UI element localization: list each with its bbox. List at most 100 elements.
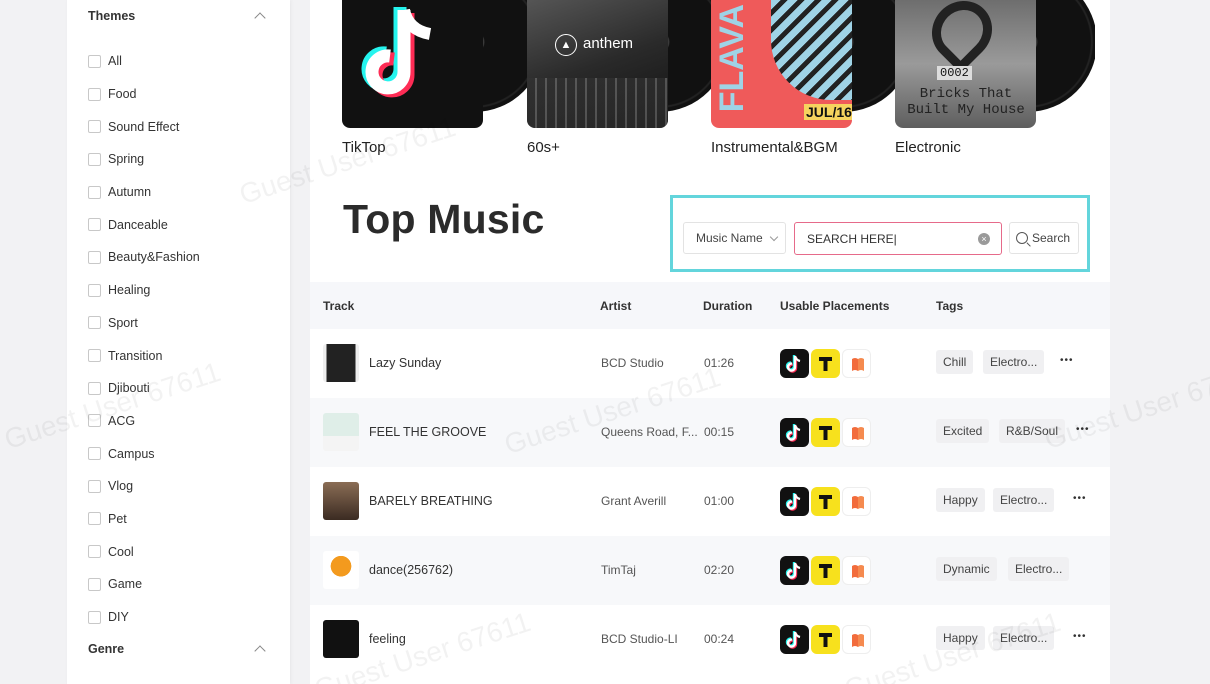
tag-badge[interactable]: Electro... bbox=[993, 626, 1055, 650]
theme-filter-item[interactable]: Sound Effect bbox=[88, 110, 278, 143]
theme-checkbox[interactable] bbox=[88, 381, 101, 395]
more-options-icon[interactable]: ••• bbox=[1073, 493, 1087, 504]
tag-badge[interactable]: Excited bbox=[936, 419, 990, 443]
theme-filter-item[interactable]: Autumn bbox=[88, 176, 278, 209]
theme-filter-item[interactable]: Beauty&Fashion bbox=[88, 241, 278, 274]
track-duration: 02:20 bbox=[704, 563, 735, 577]
tag-badge[interactable]: Happy bbox=[936, 626, 985, 650]
search-filter-dropdown[interactable]: Music Name bbox=[683, 222, 786, 254]
track-thumbnail[interactable] bbox=[323, 482, 359, 520]
genre-section-header[interactable]: Genre bbox=[88, 642, 268, 657]
search-input[interactable] bbox=[794, 222, 1002, 255]
chevron-up-icon[interactable] bbox=[254, 12, 266, 24]
theme-filter-item[interactable]: Transition bbox=[88, 339, 278, 372]
search-button[interactable]: Search bbox=[1009, 222, 1079, 254]
tag-badge[interactable]: Chill bbox=[936, 350, 974, 374]
theme-filter-item[interactable]: Healing bbox=[88, 274, 278, 307]
theme-filter-item[interactable]: All bbox=[88, 45, 278, 78]
theme-checkbox[interactable] bbox=[88, 479, 101, 493]
theme-checkbox[interactable] bbox=[88, 120, 101, 134]
theme-checkbox[interactable] bbox=[88, 512, 101, 526]
theme-filter-item[interactable]: Djibouti bbox=[88, 372, 278, 405]
artist-name[interactable]: BCD Studio bbox=[601, 356, 664, 370]
more-options-icon[interactable]: ••• bbox=[1076, 424, 1090, 435]
theme-checkbox[interactable] bbox=[88, 545, 101, 559]
theme-checkbox[interactable] bbox=[88, 316, 101, 330]
tag-badge[interactable]: Electro... bbox=[1008, 557, 1070, 581]
tag-badge[interactable]: Electro... bbox=[983, 350, 1045, 374]
track-thumbnail[interactable] bbox=[323, 344, 359, 382]
table-row[interactable]: Lazy Sunday BCD Studio 01:26 Chill Electro..… bbox=[310, 329, 1110, 398]
theme-checkbox[interactable] bbox=[88, 185, 101, 199]
bookmark-icon bbox=[842, 556, 871, 585]
theme-checkbox[interactable] bbox=[88, 152, 101, 166]
theme-checkbox[interactable] bbox=[88, 283, 101, 297]
theme-label: Djibouti bbox=[108, 381, 150, 396]
theme-checkbox[interactable] bbox=[88, 610, 101, 624]
theme-checkbox[interactable] bbox=[88, 349, 101, 363]
theme-checkbox[interactable] bbox=[88, 87, 101, 101]
theme-label: Vlog bbox=[108, 479, 134, 494]
theme-filter-item[interactable]: Sport bbox=[88, 307, 278, 340]
theme-filter-item[interactable]: Danceable bbox=[88, 208, 278, 241]
themes-section-header[interactable]: Themes bbox=[88, 9, 268, 24]
category-label: Electronic bbox=[895, 139, 961, 156]
tag-badge[interactable]: R&B/Soul bbox=[999, 419, 1066, 443]
tiktok-icon bbox=[780, 625, 809, 654]
track-name[interactable]: BARELY BREATHING bbox=[369, 494, 493, 508]
chevron-up-icon[interactable] bbox=[254, 645, 266, 657]
search-icon bbox=[1016, 232, 1028, 244]
electronic-cover-art: 0002 Bricks That Built My House bbox=[895, 0, 1036, 128]
theme-checkbox[interactable] bbox=[88, 577, 101, 591]
column-header-duration: Duration bbox=[703, 299, 753, 313]
theme-label: Cool bbox=[108, 544, 134, 559]
tag-badge[interactable]: Dynamic bbox=[936, 557, 997, 581]
more-options-icon[interactable]: ••• bbox=[1060, 355, 1074, 366]
artist-name[interactable]: Grant Averill bbox=[601, 494, 666, 508]
search-bar-highlight: Music Name × Search bbox=[670, 195, 1090, 272]
theme-filter-item[interactable]: Spring bbox=[88, 143, 278, 176]
column-header-tags: Tags bbox=[936, 299, 964, 313]
dropdown-selected-value: Music Name bbox=[696, 231, 763, 245]
theme-filter-item[interactable]: Cool bbox=[88, 535, 278, 568]
theme-filter-item[interactable]: ACG bbox=[88, 405, 278, 438]
theme-filter-item[interactable]: Pet bbox=[88, 503, 278, 536]
theme-checkbox[interactable] bbox=[88, 218, 101, 232]
artist-name[interactable]: BCD Studio-LI bbox=[601, 632, 678, 646]
tag-badge[interactable]: Electro... bbox=[993, 488, 1055, 512]
artist-name[interactable]: TimTaj bbox=[601, 563, 636, 577]
track-name[interactable]: feeling bbox=[369, 632, 406, 646]
theme-filter-item[interactable]: Food bbox=[88, 78, 278, 111]
themes-list: All Food Sound Effect Spring Autumn Danceable… bbox=[88, 45, 278, 633]
60s-cover-art: ▲ anthem bbox=[527, 0, 668, 128]
table-row[interactable]: FEEL THE GROOVE Queens Road, F... 00:15 Exc… bbox=[310, 398, 1110, 467]
track-thumbnail[interactable] bbox=[323, 551, 359, 589]
theme-checkbox[interactable] bbox=[88, 54, 101, 68]
cover-title-text: Bricks That Built My House bbox=[907, 86, 1025, 118]
theme-filter-item[interactable]: DIY bbox=[88, 601, 278, 634]
theme-checkbox[interactable] bbox=[88, 250, 101, 264]
category-label: TikTop bbox=[342, 139, 386, 156]
theme-filter-item[interactable]: Vlog bbox=[88, 470, 278, 503]
theme-checkbox[interactable] bbox=[88, 414, 101, 428]
track-name[interactable]: Lazy Sunday bbox=[369, 356, 441, 370]
bookmark-icon bbox=[842, 349, 871, 378]
track-name[interactable]: dance(256762) bbox=[369, 563, 453, 577]
artist-name[interactable]: Queens Road, F... bbox=[601, 425, 698, 439]
theme-checkbox[interactable] bbox=[88, 447, 101, 461]
track-name[interactable]: FEEL THE GROOVE bbox=[369, 425, 486, 439]
theme-label: Sport bbox=[108, 315, 138, 330]
search-button-label: Search bbox=[1032, 231, 1071, 245]
track-thumbnail[interactable] bbox=[323, 413, 359, 451]
clear-icon[interactable]: × bbox=[978, 233, 990, 245]
theme-filter-item[interactable]: Game bbox=[88, 568, 278, 601]
t-badge-icon bbox=[811, 487, 840, 516]
more-options-icon[interactable]: ••• bbox=[1073, 631, 1087, 642]
theme-label: Food bbox=[108, 87, 137, 102]
tag-badge[interactable]: Happy bbox=[936, 488, 985, 512]
theme-filter-item[interactable]: Campus bbox=[88, 437, 278, 470]
table-row[interactable]: dance(256762) TimTaj 02:20 Dynamic Electro..… bbox=[310, 536, 1110, 605]
track-thumbnail[interactable] bbox=[323, 620, 359, 658]
table-row[interactable]: feeling BCD Studio-LI 00:24 Happy Electro...… bbox=[310, 605, 1110, 674]
table-row[interactable]: BARELY BREATHING Grant Averill 01:00 Happy E… bbox=[310, 467, 1110, 536]
